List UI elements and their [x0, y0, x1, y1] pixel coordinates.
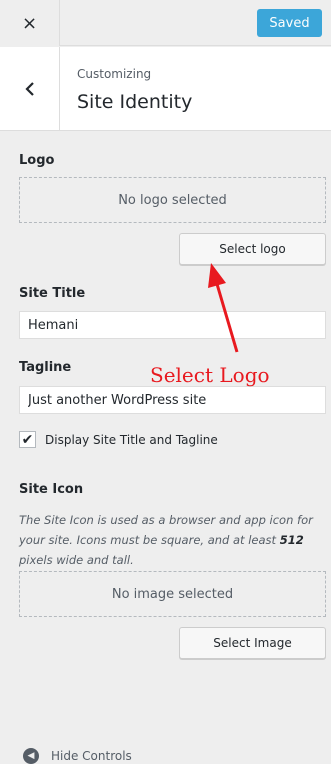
close-button[interactable]: × [0, 0, 60, 46]
select-logo-annotation: Select Logo [150, 363, 270, 387]
site-icon-placeholder[interactable]: No image selected [19, 571, 326, 617]
hide-controls-label: Hide Controls [51, 749, 132, 763]
hide-controls-button[interactable]: ◀ Hide Controls [0, 748, 331, 764]
site-icon-label: Site Icon [19, 482, 84, 497]
collapse-icon: ◀ [23, 748, 39, 764]
logo-placeholder[interactable]: No logo selected [19, 177, 326, 223]
close-icon: × [21, 12, 38, 34]
site-icon-description: The Site Icon is used as a browser and a… [19, 513, 313, 567]
display-title-tagline-row[interactable]: ✔ Display Site Title and Tagline [19, 431, 218, 448]
select-image-button[interactable]: Select Image [179, 627, 326, 659]
saved-button[interactable]: Saved [257, 9, 322, 37]
tagline-label: Tagline [19, 360, 72, 375]
site-title-input[interactable] [19, 311, 326, 339]
back-button[interactable] [0, 47, 60, 131]
display-title-tagline-label: Display Site Title and Tagline [45, 432, 218, 447]
section-header: Customizing Site Identity [0, 47, 331, 131]
breadcrumb: Customizing [77, 67, 152, 81]
tagline-input[interactable] [19, 386, 326, 414]
chevron-left-icon [24, 82, 34, 96]
checkmark-icon: ✔ [21, 431, 34, 448]
logo-label: Logo [19, 153, 55, 168]
display-title-tagline-checkbox[interactable]: ✔ [19, 431, 36, 448]
select-logo-button[interactable]: Select logo [179, 233, 326, 265]
customizer-topbar: × Saved [0, 0, 331, 46]
site-title-label: Site Title [19, 286, 86, 301]
page-title: Site Identity [77, 91, 193, 113]
